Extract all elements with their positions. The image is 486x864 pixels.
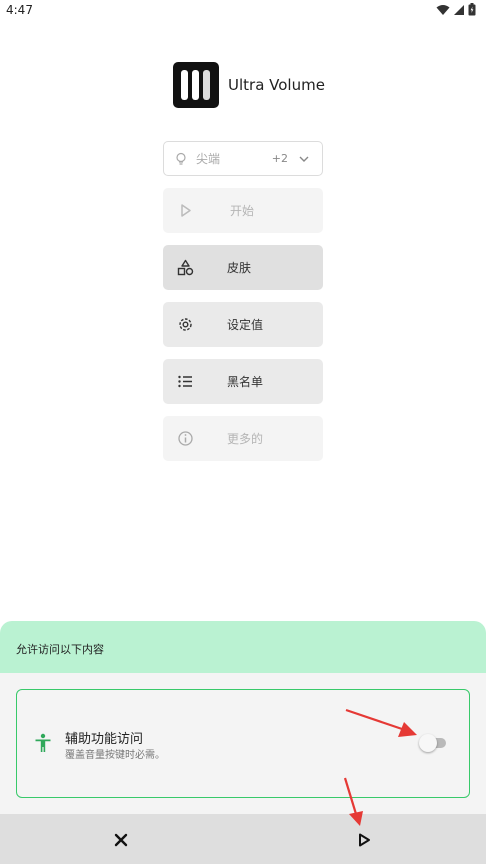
mode-select-count: +2: [271, 152, 288, 165]
more-button[interactable]: 更多的: [163, 416, 323, 461]
settings-button[interactable]: 设定值: [163, 302, 323, 347]
accessibility-permission-card[interactable]: 辅助功能访问 覆盖音量按键时必需。: [16, 689, 470, 798]
close-icon[interactable]: [111, 830, 131, 850]
list-icon: [178, 375, 192, 388]
lightbulb-icon: [176, 152, 186, 165]
skins-button[interactable]: 皮肤: [163, 245, 323, 290]
bottom-action-bar: [0, 814, 486, 864]
mode-select[interactable]: 尖端 +2: [163, 141, 323, 176]
skins-button-label: 皮肤: [227, 261, 252, 275]
permission-title: 辅助功能访问: [65, 732, 144, 747]
permission-sheet-header: 允许访问以下内容: [0, 621, 486, 673]
app-title: Ultra Volume: [228, 76, 325, 94]
next-icon[interactable]: [354, 830, 374, 850]
mode-select-label: 尖端: [196, 152, 221, 166]
accessibility-icon: [35, 733, 51, 752]
play-icon: [181, 204, 191, 217]
app-logo: [173, 62, 219, 108]
blacklist-button[interactable]: 黑名单: [163, 359, 323, 404]
signal-icon: [454, 4, 464, 15]
wifi-icon: [436, 4, 450, 15]
info-icon: [178, 431, 193, 446]
battery-icon: [468, 3, 476, 16]
app-header: Ultra Volume: [173, 62, 325, 108]
accessibility-toggle[interactable]: [419, 734, 447, 752]
start-button-label: 开始: [230, 204, 255, 218]
status-time: 4:47: [6, 3, 33, 17]
shapes-icon: [177, 259, 194, 276]
start-button[interactable]: 开始: [163, 188, 323, 233]
settings-button-label: 设定值: [227, 318, 264, 332]
status-bar: 4:47: [0, 0, 486, 20]
permission-description: 覆盖音量按键时必需。: [65, 750, 165, 761]
more-button-label: 更多的: [227, 432, 264, 446]
gear-icon: [179, 318, 192, 331]
chevron-down-icon: [299, 156, 309, 162]
status-icons: [436, 3, 476, 16]
permission-sheet-title: 允许访问以下内容: [16, 643, 104, 656]
blacklist-button-label: 黑名单: [227, 375, 264, 389]
